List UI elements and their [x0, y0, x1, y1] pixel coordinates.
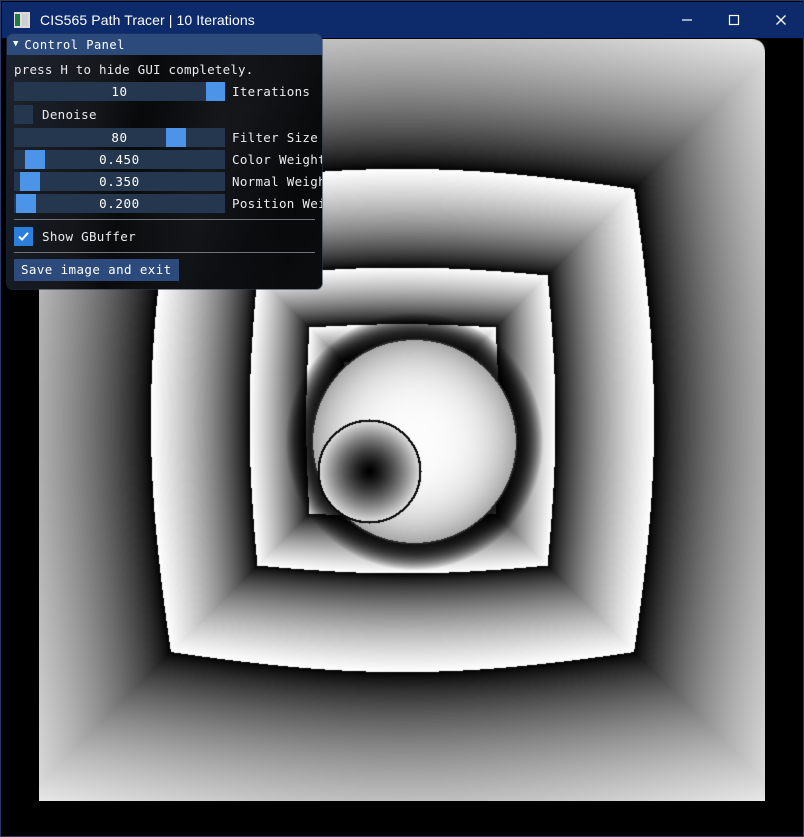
slider-label-normal-weight: Normal Weight [232, 174, 322, 189]
control-panel-header[interactable]: ▼ Control Panel [7, 34, 322, 55]
slider-label-iterations: Iterations [232, 84, 311, 99]
window-controls [663, 2, 804, 38]
control-panel-body: press H to hide GUI completely. 10 Itera… [7, 55, 322, 289]
slider-value-iterations: 10 [111, 84, 128, 99]
slider-row-filter-size: 80 Filter Size [7, 128, 322, 147]
slider-label-color-weight: Color Weight [232, 152, 322, 167]
slider-filter-size[interactable]: 80 [14, 128, 225, 147]
checkbox-row-show-gbuffer[interactable]: Show GBuffer [7, 226, 322, 246]
slider-row-position-weight: 0.200 Position Weigh [7, 194, 322, 213]
application-window: CIS565 Path Tracer | 10 Iterations ▼ Con… [0, 0, 804, 837]
slider-iterations[interactable]: 10 [14, 82, 225, 101]
slider-row-iterations: 10 Iterations [7, 82, 322, 101]
checkbox-row-denoise[interactable]: Denoise [7, 104, 322, 124]
app-icon [14, 12, 30, 28]
checkbox-label-denoise: Denoise [42, 106, 97, 122]
chevron-down-icon[interactable]: ▼ [13, 40, 18, 49]
control-panel: ▼ Control Panel press H to hide GUI comp… [7, 34, 322, 289]
close-icon[interactable] [757, 2, 804, 38]
divider-top [14, 219, 315, 220]
checkbox-label-show-gbuffer: Show GBuffer [42, 228, 136, 244]
checkbox-denoise[interactable] [14, 104, 33, 124]
slider-label-filter-size: Filter Size [232, 130, 319, 145]
slider-value-filter-size: 80 [111, 130, 128, 145]
slider-value-color-weight: 0.450 [99, 152, 140, 167]
slider-value-normal-weight: 0.350 [99, 174, 140, 189]
slider-label-position-weight: Position Weigh [232, 196, 322, 211]
minimize-icon[interactable] [663, 2, 710, 38]
title-bar: CIS565 Path Tracer | 10 Iterations [2, 2, 804, 38]
divider-bottom [14, 252, 315, 253]
slider-row-color-weight: 0.450 Color Weight [7, 150, 322, 169]
slider-position-weight[interactable]: 0.200 [14, 194, 225, 213]
save-image-and-exit-button[interactable]: Save image and exit [14, 259, 179, 281]
maximize-icon[interactable] [710, 2, 757, 38]
checkbox-show-gbuffer[interactable] [14, 226, 33, 246]
checkmark-icon [18, 231, 29, 241]
slider-normal-weight[interactable]: 0.350 [14, 172, 225, 191]
control-panel-title: Control Panel [24, 37, 125, 52]
window-title: CIS565 Path Tracer | 10 Iterations [40, 12, 255, 28]
slider-color-weight[interactable]: 0.450 [14, 150, 225, 169]
hint-text: press H to hide GUI completely. [14, 62, 254, 77]
slider-row-normal-weight: 0.350 Normal Weight [7, 172, 322, 191]
slider-value-position-weight: 0.200 [99, 196, 140, 211]
